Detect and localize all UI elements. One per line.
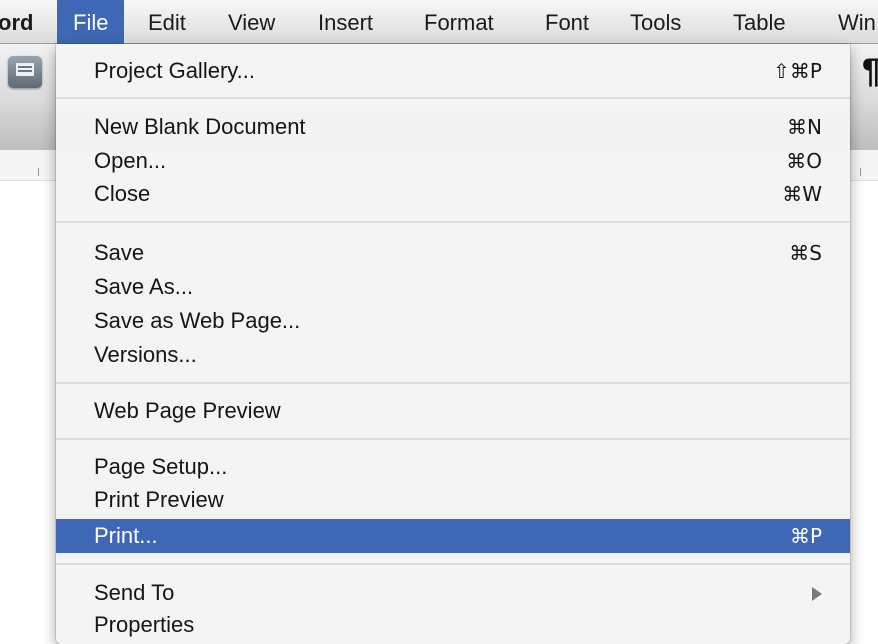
menu-file[interactable]: File xyxy=(57,0,125,44)
menu-item-versions[interactable]: Versions... xyxy=(56,340,850,370)
menu-separator xyxy=(56,563,850,565)
menu-edit[interactable]: Edit xyxy=(148,0,186,44)
menu-item-page-setup[interactable]: Page Setup... xyxy=(56,452,850,482)
menu-item-label: Print Preview xyxy=(94,487,224,512)
menu-item-web-page-preview[interactable]: Web Page Preview xyxy=(56,396,850,426)
menu-item-save[interactable]: Save ⌘S xyxy=(56,238,850,268)
menu-item-new-blank-document[interactable]: New Blank Document ⌘N xyxy=(56,112,850,142)
menu-item-print[interactable]: Print... ⌘P xyxy=(56,519,850,553)
menu-item-label: Save As... xyxy=(94,274,194,299)
menu-item-label: Properties xyxy=(94,612,195,637)
file-menu-dropdown: Project Gallery... ⇧⌘P New Blank Documen… xyxy=(56,44,850,644)
menu-separator xyxy=(56,221,850,223)
menu-item-send-to[interactable]: Send To xyxy=(56,578,850,608)
menu-view[interactable]: View xyxy=(228,0,275,44)
menu-item-label: Send To xyxy=(94,580,175,605)
menu-item-project-gallery[interactable]: Project Gallery... ⇧⌘P xyxy=(56,56,850,86)
menu-separator xyxy=(56,97,850,99)
menu-item-label: Save as Web Page... xyxy=(94,308,301,333)
shortcut-label: ⌘P xyxy=(789,524,822,548)
menu-bar: ord File Edit View Insert Format Font To… xyxy=(0,0,878,44)
menu-item-label: Web Page Preview xyxy=(94,398,281,423)
menu-item-label: Versions... xyxy=(94,342,197,367)
shortcut-label: ⌘S xyxy=(789,241,822,265)
menu-insert[interactable]: Insert xyxy=(318,0,373,44)
print-icon[interactable] xyxy=(8,56,42,88)
menu-format[interactable]: Format xyxy=(424,0,494,44)
menu-item-print-preview[interactable]: Print Preview xyxy=(56,485,850,515)
menu-font[interactable]: Font xyxy=(545,0,589,44)
menu-item-save-as-web-page[interactable]: Save as Web Page... xyxy=(56,306,850,336)
shortcut-label: ⌘W xyxy=(782,182,822,206)
menu-item-properties[interactable]: Properties xyxy=(56,610,850,640)
menu-item-close[interactable]: Close ⌘W xyxy=(56,179,850,209)
menu-item-open[interactable]: Open... ⌘O xyxy=(56,146,850,176)
app-menu[interactable]: ord xyxy=(0,0,33,44)
submenu-arrow-icon xyxy=(812,587,822,601)
menu-window[interactable]: Win xyxy=(838,0,876,44)
shortcut-label: ⌘O xyxy=(786,149,822,173)
shortcut-label: ⇧⌘P xyxy=(773,59,822,83)
menu-item-label: Open... xyxy=(94,148,167,173)
menu-item-label: New Blank Document xyxy=(94,114,306,139)
menu-item-label: Print... xyxy=(94,523,158,548)
menu-item-label: Save xyxy=(94,240,145,265)
menu-tools[interactable]: Tools xyxy=(630,0,681,44)
menu-separator xyxy=(56,438,850,440)
menu-item-label: Page Setup... xyxy=(94,454,228,479)
menu-item-label: Project Gallery... xyxy=(94,58,255,83)
shortcut-label: ⌘N xyxy=(787,115,822,139)
menu-item-label: Close xyxy=(94,181,151,206)
menu-table[interactable]: Table xyxy=(733,0,786,44)
pilcrow-icon[interactable]: ¶ xyxy=(862,52,878,91)
menu-separator xyxy=(56,382,850,384)
menu-item-save-as[interactable]: Save As... xyxy=(56,272,850,302)
